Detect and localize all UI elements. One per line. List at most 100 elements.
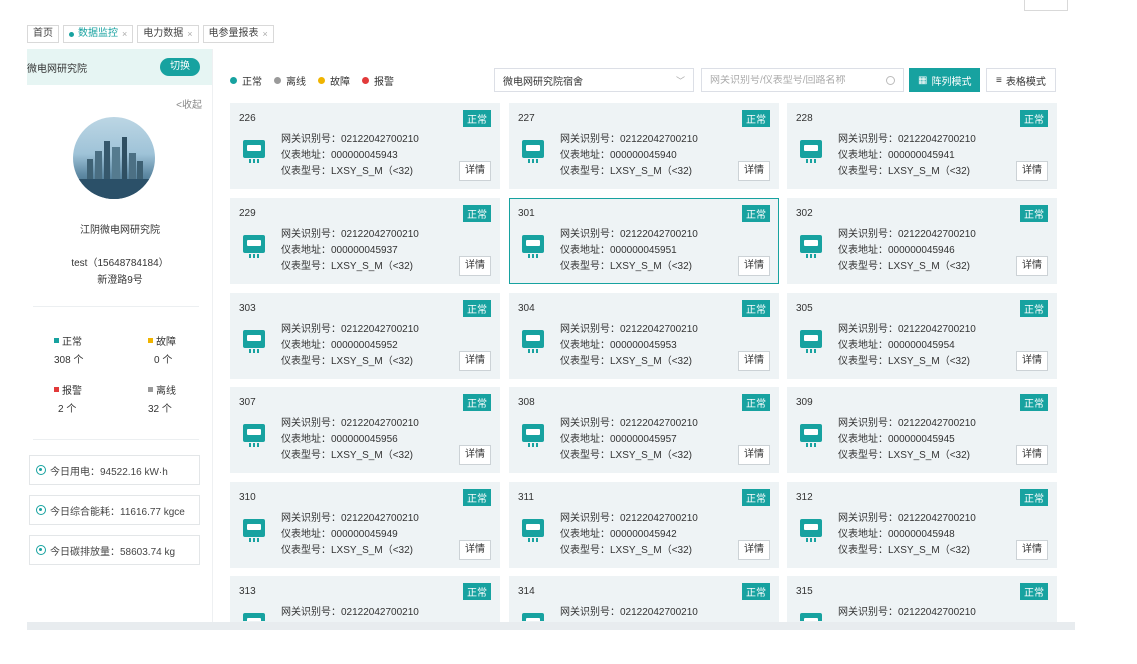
detail-button[interactable]: 详情	[738, 445, 770, 465]
info-value: 02122042700210	[341, 418, 419, 429]
info-label: 网关识别号：	[560, 607, 620, 618]
detail-button[interactable]: 详情	[738, 256, 770, 276]
device-id: 301	[518, 208, 535, 219]
info-label: 仪表地址：	[281, 434, 331, 445]
detail-button[interactable]: 详情	[738, 540, 770, 560]
meter-screen	[522, 519, 544, 537]
info-value: 02122042700210	[898, 134, 976, 145]
collapse-link[interactable]: <收起	[176, 96, 202, 111]
device-card[interactable]: 315 正常 网关识别号：02122042700210	[787, 576, 1057, 622]
device-id: 312	[796, 492, 813, 503]
gateway-line: 网关识别号：02122042700210	[560, 416, 698, 432]
search-icon[interactable]	[886, 75, 895, 85]
detail-button[interactable]: 详情	[1016, 161, 1048, 181]
gateway-line: 网关识别号：02122042700210	[281, 511, 419, 527]
info-value: 000000045954	[888, 340, 955, 351]
detail-button[interactable]: 详情	[738, 351, 770, 371]
meter-screen	[522, 424, 544, 442]
device-card[interactable]: 311 正常 网关识别号：02122042700210 仪表地址：0000000459…	[509, 482, 779, 568]
device-card[interactable]: 305 正常 网关识别号：02122042700210 仪表地址：0000000459…	[787, 293, 1057, 379]
info-label: 仪表型号：	[281, 166, 331, 177]
meter-icon	[243, 330, 265, 354]
detail-button[interactable]: 详情	[459, 445, 491, 465]
status-badge: 正常	[742, 394, 770, 411]
device-id: 303	[239, 303, 256, 314]
status-square-icon	[148, 338, 153, 343]
status-square-icon	[54, 387, 59, 392]
model-line: 仪表型号：LXSY_S_M（<32)	[560, 543, 698, 559]
device-id: 229	[239, 208, 256, 219]
org-title: 微电网研究院	[27, 63, 87, 75]
device-card[interactable]: 314 正常 网关识别号：02122042700210	[509, 576, 779, 622]
meter-icon	[800, 330, 822, 354]
info-label: 网关识别号：	[560, 134, 620, 145]
stat-value: 308 个	[54, 355, 84, 366]
grid-mode-button[interactable]: ▦ 阵列模式	[909, 68, 981, 92]
device-card[interactable]: 312 正常 网关识别号：02122042700210 仪表地址：0000000459…	[787, 482, 1057, 568]
detail-button[interactable]: 详情	[459, 351, 491, 371]
energy-today-consumption: 今日综合能耗：11616.77 kgce	[29, 495, 200, 525]
meter-screen	[800, 519, 822, 537]
device-card[interactable]: 309 正常 网关识别号：02122042700210 仪表地址：0000000459…	[787, 387, 1057, 473]
info-value: 000000045945	[888, 434, 955, 445]
device-card[interactable]: 310 正常 网关识别号：02122042700210 仪表地址：0000000459…	[230, 482, 500, 568]
device-info: 网关识别号：02122042700210 仪表地址：000000045952 仪表型…	[281, 322, 419, 370]
status-badge: 正常	[742, 489, 770, 506]
device-card[interactable]: 304 正常 网关识别号：02122042700210 仪表地址：0000000459…	[509, 293, 779, 379]
device-info: 网关识别号：02122042700210 仪表地址：000000045946 仪表型…	[838, 227, 976, 275]
device-card[interactable]: 313 正常 网关识别号：02122042700210	[230, 576, 500, 622]
table-mode-button[interactable]: ≡ 表格模式	[986, 68, 1056, 92]
device-card[interactable]: 308 正常 网关识别号：02122042700210 仪表地址：0000000459…	[509, 387, 779, 473]
device-card[interactable]: 229 正常 网关识别号：02122042700210 仪表地址：0000000459…	[230, 198, 500, 284]
info-label: 仪表型号：	[560, 545, 610, 556]
tab-item[interactable]: 首页	[27, 25, 59, 43]
device-card[interactable]: 301 正常 网关识别号：02122042700210 仪表地址：0000000459…	[509, 198, 779, 284]
status-square-icon	[148, 387, 153, 392]
legend-label: 报警	[374, 77, 394, 88]
detail-button[interactable]: 详情	[459, 161, 491, 181]
detail-button[interactable]: 详情	[1016, 351, 1048, 371]
device-card[interactable]: 227 正常 网关识别号：02122042700210 仪表地址：0000000459…	[509, 103, 779, 189]
tab-item[interactable]: 电参量报表 ×	[202, 25, 274, 43]
info-value: LXSY_S_M（<32)	[610, 261, 692, 272]
status-badge: 正常	[1020, 394, 1048, 411]
info-value: 000000045952	[331, 340, 398, 351]
gateway-line: 网关识别号：02122042700210	[838, 511, 976, 527]
info-label: 仪表地址：	[560, 245, 610, 256]
device-card[interactable]: 307 正常 网关识别号：02122042700210 仪表地址：0000000459…	[230, 387, 500, 473]
info-value: LXSY_S_M（<32)	[331, 261, 413, 272]
search-input[interactable]	[710, 74, 870, 86]
status-badge: 正常	[463, 583, 491, 600]
close-icon[interactable]: ×	[187, 26, 192, 42]
device-card[interactable]: 228 正常 网关识别号：02122042700210 仪表地址：0000000459…	[787, 103, 1057, 189]
detail-button[interactable]: 详情	[1016, 445, 1048, 465]
info-value: LXSY_S_M（<32)	[888, 450, 970, 461]
tab-label: 数据监控	[78, 28, 118, 39]
info-value: LXSY_S_M（<32)	[331, 356, 413, 367]
stat-label: 离线	[156, 386, 176, 397]
tab-item[interactable]: 数据监控 ×	[63, 25, 134, 43]
switch-button[interactable]: 切换	[160, 58, 200, 76]
close-icon[interactable]: ×	[122, 26, 127, 42]
device-card[interactable]: 226 正常 网关识别号：02122042700210 仪表地址：0000000459…	[230, 103, 500, 189]
horizontal-scrollbar[interactable]	[27, 622, 1075, 630]
detail-button[interactable]: 详情	[459, 540, 491, 560]
model-line: 仪表型号：LXSY_S_M（<32)	[281, 448, 419, 464]
tab-item[interactable]: 电力数据 ×	[137, 25, 199, 43]
info-label: 仪表地址：	[281, 150, 331, 161]
detail-button[interactable]: 详情	[1016, 256, 1048, 276]
info-label: 仪表型号：	[281, 545, 331, 556]
meter-icon	[243, 235, 265, 259]
meter-screen	[800, 613, 822, 621]
search-box	[701, 68, 904, 92]
location-select[interactable]: 微电网研究院宿舍 ﹀	[494, 68, 694, 92]
detail-button[interactable]: 详情	[459, 256, 491, 276]
device-info: 网关识别号：02122042700210 仪表地址：000000045941 仪表型…	[838, 132, 976, 180]
detail-button[interactable]: 详情	[738, 161, 770, 181]
device-card[interactable]: 303 正常 网关识别号：02122042700210 仪表地址：0000000459…	[230, 293, 500, 379]
device-card[interactable]: 302 正常 网关识别号：02122042700210 仪表地址：0000000459…	[787, 198, 1057, 284]
status-dot-icon	[230, 77, 237, 84]
close-icon[interactable]: ×	[263, 26, 268, 42]
info-value: LXSY_S_M（<32)	[610, 450, 692, 461]
detail-button[interactable]: 详情	[1016, 540, 1048, 560]
